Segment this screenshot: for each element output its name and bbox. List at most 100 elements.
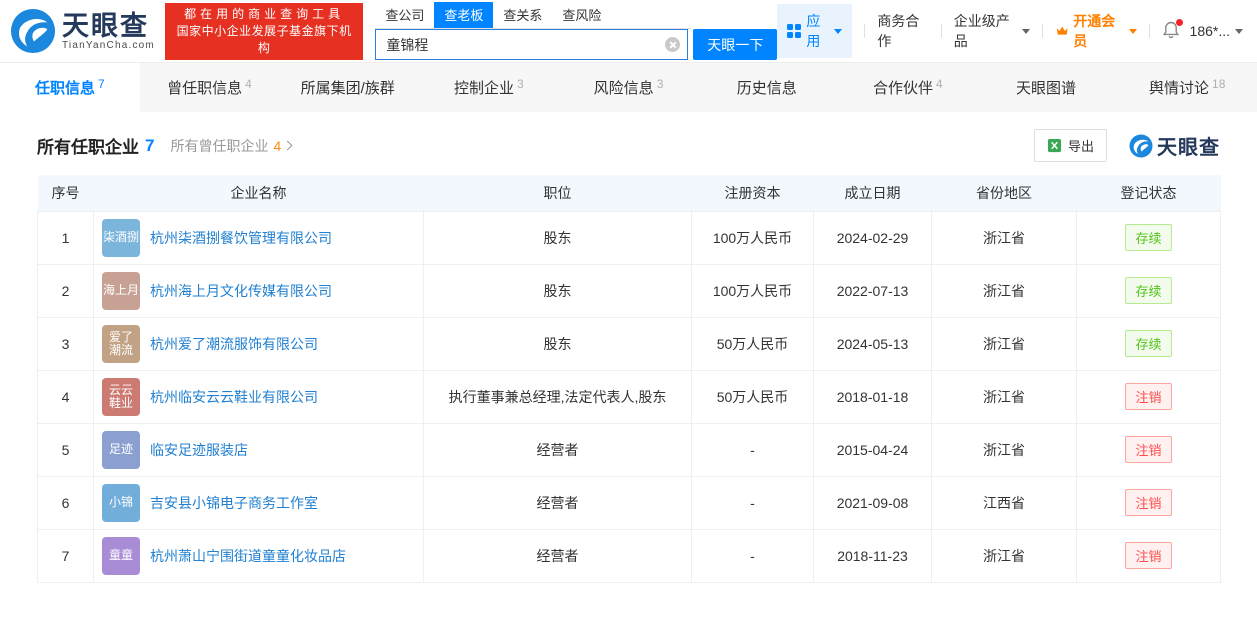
- export-button[interactable]: 导出: [1034, 129, 1107, 162]
- date-cell: 2024-02-29: [814, 211, 932, 264]
- positions-table: 序号 企业名称 职位 注册资本 成立日期 省份地区 登记状态 1 柒酒捌 杭州柒…: [37, 175, 1220, 583]
- capital-cell: 100万人民币: [692, 211, 814, 264]
- search-input[interactable]: [375, 29, 688, 60]
- company-link[interactable]: 杭州临安云云鞋业有限公司: [150, 387, 318, 407]
- position-cell: 经营者: [424, 529, 692, 582]
- col-capital: 注册资本: [692, 175, 814, 211]
- company-avatar: 云云 鞋业: [102, 378, 140, 416]
- former-positions-link[interactable]: 所有曾任职企业 4: [170, 136, 291, 156]
- position-cell: 股东: [424, 211, 692, 264]
- date-cell: 2024-05-13: [814, 317, 932, 370]
- tab-group[interactable]: 所属集团/族群: [279, 63, 419, 112]
- row-no: 6: [38, 476, 94, 529]
- table-row: 2 海上月 杭州海上月文化传媒有限公司 股东 100万人民币 2022-07-1…: [38, 264, 1221, 317]
- capital-cell: -: [692, 476, 814, 529]
- position-cell: 经营者: [424, 423, 692, 476]
- status-badge: 注销: [1125, 383, 1171, 410]
- profile-tab-bar: 任职信息7 曾任职信息4 所属集团/族群 控制企业3 风险信息3 历史信息 合作…: [0, 62, 1257, 112]
- tab-count: 4: [936, 77, 943, 91]
- status-badge: 存续: [1125, 330, 1171, 357]
- former-positions-label: 所有曾任职企业: [170, 136, 268, 156]
- row-no: 2: [38, 264, 94, 317]
- status-badge: 存续: [1125, 277, 1171, 304]
- search-tab-company[interactable]: 查公司: [375, 2, 434, 28]
- nav-enterprise-products[interactable]: 企业级产品: [954, 11, 1030, 51]
- promo-line1: 都在用的商业查询工具: [175, 6, 353, 23]
- apps-label: 应用: [806, 11, 829, 51]
- vip-label: 开通会员: [1073, 11, 1123, 51]
- company-avatar: 足迹: [102, 431, 140, 469]
- top-header: 天眼查 TianYanCha.com 都在用的商业查询工具 国家中小企业发展子基…: [0, 0, 1257, 62]
- divider: [1149, 24, 1150, 38]
- tab-label: 舆情讨论: [1149, 77, 1209, 98]
- date-cell: 2018-11-23: [814, 529, 932, 582]
- logo-subtitle: TianYanCha.com: [62, 40, 155, 51]
- tab-count: 18: [1212, 77, 1225, 91]
- company-link[interactable]: 吉安县小锦电子商务工作室: [150, 493, 318, 513]
- table-row: 5 足迹 临安足迹服装店 经营者 - 2015-04-24 浙江省 注销: [38, 423, 1221, 476]
- user-account-menu[interactable]: 186*...: [1190, 23, 1243, 39]
- search-block: 查公司 查老板 查关系 查风险 天眼一下: [375, 2, 777, 60]
- province-cell: 浙江省: [932, 211, 1077, 264]
- province-cell: 江西省: [932, 476, 1077, 529]
- date-cell: 2015-04-24: [814, 423, 932, 476]
- tianyancha-logo[interactable]: 天眼查 TianYanCha.com: [10, 8, 155, 54]
- search-tab-boss[interactable]: 查老板: [434, 2, 493, 28]
- company-link[interactable]: 杭州萧山宁围街道童童化妆品店: [150, 546, 346, 566]
- tab-former-positions[interactable]: 曾任职信息4: [140, 63, 280, 112]
- promo-badge: 都在用的商业查询工具 国家中小企业发展子基金旗下机构: [165, 3, 363, 60]
- search-tab-relation[interactable]: 查关系: [493, 2, 552, 28]
- apps-menu[interactable]: 应用: [777, 4, 852, 58]
- col-date: 成立日期: [814, 175, 932, 211]
- tab-history-info[interactable]: 历史信息: [698, 63, 838, 112]
- tab-partners[interactable]: 合作伙伴4: [838, 63, 978, 112]
- status-badge: 注销: [1125, 489, 1171, 516]
- divider: [864, 24, 865, 38]
- company-link[interactable]: 杭州柒酒捌餐饮管理有限公司: [150, 228, 332, 248]
- province-cell: 浙江省: [932, 529, 1077, 582]
- search-button[interactable]: 天眼一下: [693, 29, 777, 60]
- chevron-down-icon: [1129, 29, 1137, 34]
- company-avatar: 海上月: [102, 272, 140, 310]
- position-cell: 执行董事兼总经理,法定代表人,股东: [424, 370, 692, 423]
- capital-cell: -: [692, 423, 814, 476]
- watermark-logo: 天眼查: [1129, 131, 1220, 160]
- chevron-down-icon: [834, 29, 842, 34]
- tab-graph[interactable]: 天眼图谱: [978, 63, 1118, 112]
- chevron-down-icon: [1022, 29, 1030, 34]
- former-positions-count: 4: [273, 138, 281, 154]
- province-cell: 浙江省: [932, 423, 1077, 476]
- position-cell: 经营者: [424, 476, 692, 529]
- tab-public-opinion[interactable]: 舆情讨论18: [1117, 63, 1257, 112]
- tab-label: 所属集团/族群: [301, 77, 395, 98]
- notifications-button[interactable]: [1162, 21, 1180, 42]
- tab-risk-info[interactable]: 风险信息3: [559, 63, 699, 112]
- status-badge: 存续: [1125, 224, 1171, 251]
- row-no: 1: [38, 211, 94, 264]
- nav-open-vip[interactable]: 开通会员: [1055, 11, 1137, 51]
- crown-icon: [1055, 23, 1069, 39]
- divider: [941, 24, 942, 38]
- nav-business-cooperation[interactable]: 商务合作: [877, 11, 928, 51]
- capital-cell: 50万人民币: [692, 370, 814, 423]
- search-tab-risk[interactable]: 查风险: [552, 2, 611, 28]
- tab-label: 历史信息: [737, 77, 797, 98]
- section-header: 所有任职企业 7 所有曾任职企业 4 导出 天眼查: [37, 129, 1220, 162]
- excel-icon: [1047, 138, 1062, 153]
- status-badge: 注销: [1125, 436, 1171, 463]
- tab-count: 3: [657, 77, 664, 91]
- company-link[interactable]: 杭州海上月文化传媒有限公司: [150, 281, 332, 301]
- apps-grid-icon: [787, 24, 801, 38]
- tab-controlled-companies[interactable]: 控制企业3: [419, 63, 559, 112]
- notification-dot: [1176, 19, 1183, 26]
- company-link[interactable]: 杭州爱了潮流服饰有限公司: [150, 334, 318, 354]
- company-avatar: 童童: [102, 537, 140, 575]
- row-no: 7: [38, 529, 94, 582]
- company-link[interactable]: 临安足迹服装店: [150, 440, 248, 460]
- tab-positions[interactable]: 任职信息7: [0, 63, 140, 112]
- tab-label: 任职信息: [35, 77, 95, 98]
- divider: [1042, 24, 1043, 38]
- capital-cell: 100万人民币: [692, 264, 814, 317]
- table-row: 4 云云 鞋业 杭州临安云云鞋业有限公司 执行董事兼总经理,法定代表人,股东 5…: [38, 370, 1221, 423]
- search-tabs: 查公司 查老板 查关系 查风险: [375, 2, 691, 29]
